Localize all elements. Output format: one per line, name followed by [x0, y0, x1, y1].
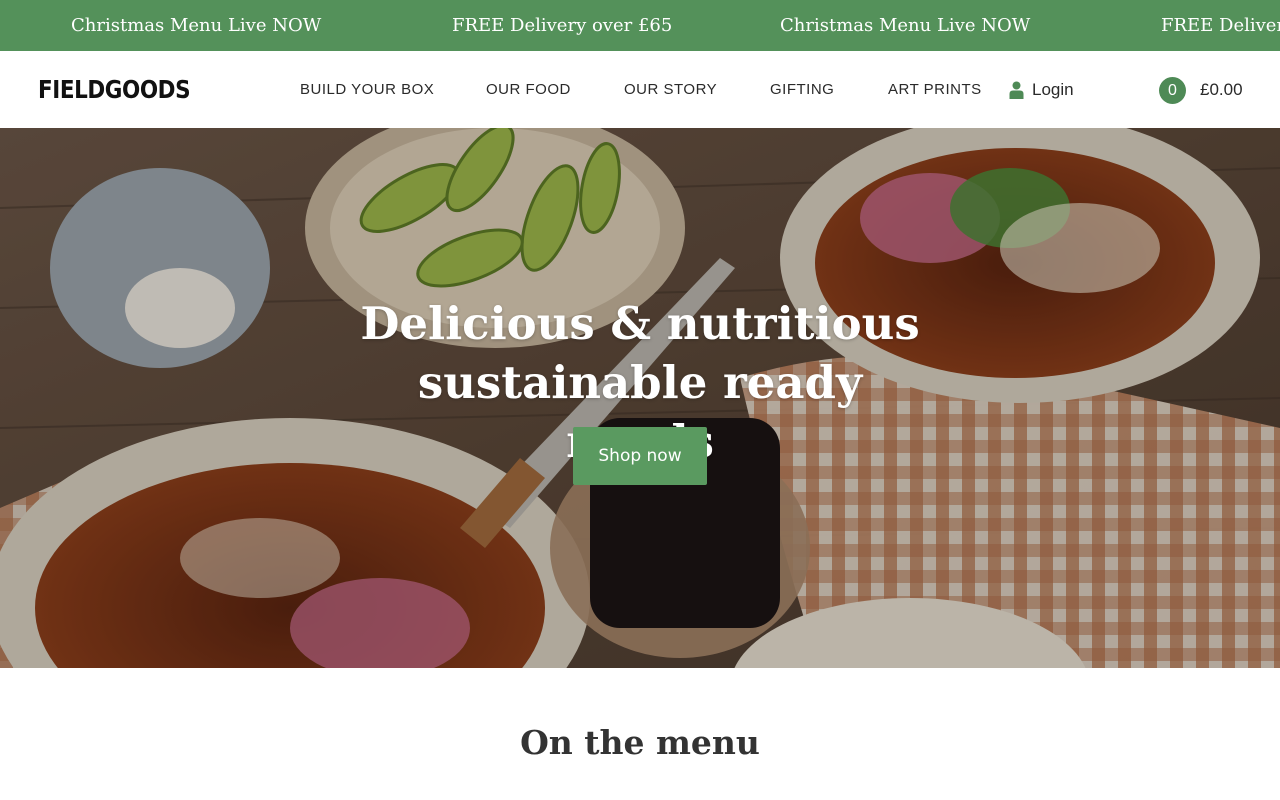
- announcement-bar: Christmas Menu Live NOW FREE Delivery ov…: [0, 0, 1280, 51]
- nav-our-story[interactable]: OUR STORY: [624, 80, 717, 100]
- nav-build-your-box[interactable]: BUILD YOUR BOX: [300, 80, 434, 100]
- site-header: FIELDGOODS BUILD YOUR BOX OUR FOOD OUR S…: [0, 51, 1280, 128]
- cart-total[interactable]: £0.00: [1200, 79, 1243, 101]
- nav-our-food[interactable]: OUR FOOD: [486, 80, 571, 100]
- announcement-text: FREE Delivery over £65: [1161, 15, 1280, 36]
- cart-count-badge[interactable]: 0: [1159, 77, 1186, 104]
- user-icon: [1009, 81, 1024, 99]
- shop-now-button[interactable]: Shop now: [573, 427, 707, 485]
- login-link[interactable]: Login: [1009, 79, 1074, 101]
- announcement-text: Christmas Menu Live NOW: [71, 15, 322, 36]
- nav-art-prints[interactable]: ART PRINTS: [888, 80, 982, 100]
- site-logo[interactable]: FIELDGOODS: [38, 75, 191, 105]
- section-title: On the menu: [520, 723, 760, 762]
- nav-gifting[interactable]: GIFTING: [770, 80, 834, 100]
- announcement-text: Christmas Menu Live NOW: [780, 15, 1031, 36]
- hero-banner: Delicious & nutritious sustainable ready…: [0, 128, 1280, 668]
- announcement-text: FREE Delivery over £65: [452, 15, 673, 36]
- login-label: Login: [1032, 80, 1074, 99]
